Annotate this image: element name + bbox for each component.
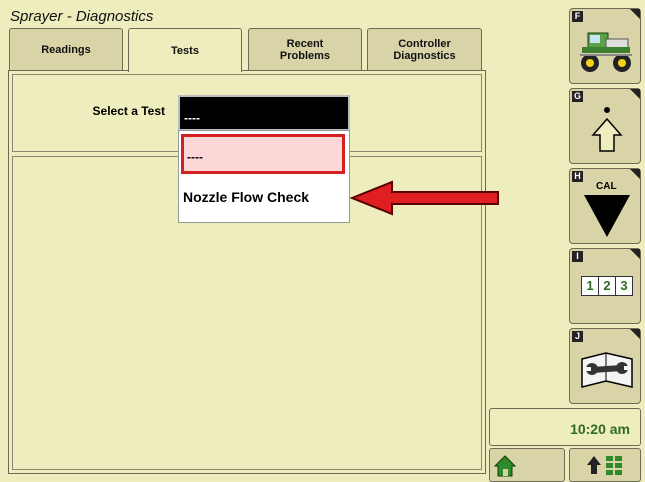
dropdown-list: ---- Nozzle Flow Check [178,130,350,223]
calibrate-icon [584,195,630,237]
option-blank[interactable]: ---- [181,134,345,174]
cal-label: CAL [596,181,617,192]
tab-controller-diagnostics-label: Controller Diagnostics [393,37,456,62]
home-icon [494,455,516,477]
up-arrow-icon [591,107,623,152]
softkey-j-manual[interactable]: J [569,328,641,404]
home-button[interactable] [489,448,565,482]
softkey-j-letter: J [572,331,583,342]
digit-3: 3 [620,278,628,293]
softkey-h-letter: H [572,171,583,182]
clock-display: 10:20 am [489,408,641,446]
select-test-label: Select a Test [92,104,165,118]
softkey-f-sprayer[interactable]: F [569,8,641,84]
tab-tests-label: Tests [171,44,199,57]
sprayer-machine-icon [580,32,632,72]
corner-marker [630,169,640,179]
wrench-manual-icon [581,352,633,388]
corner-marker [630,249,640,259]
pointer-arrow-icon [350,180,499,216]
softkey-g-letter: G [572,91,583,102]
corner-marker [630,89,640,99]
softkey-h-cal[interactable]: H CAL [569,168,641,244]
tab-controller-diagnostics[interactable]: Controller Diagnostics [367,28,482,70]
up-grid-menu-icon [587,456,622,475]
corner-marker [630,9,640,19]
tab-tests[interactable]: Tests [128,28,242,72]
digit-1: 1 [582,277,599,295]
tab-readings[interactable]: Readings [9,28,123,70]
tab-readings-label: Readings [41,43,91,56]
option-nozzle-flow-check[interactable]: Nozzle Flow Check [183,189,309,205]
tab-recent-problems-label: Recent Problems [279,37,331,62]
softkey-i-numeric[interactable]: I 1 2 3 [569,248,641,324]
softkey-f-letter: F [572,11,583,22]
numeric-entry-icon: 1 2 3 [581,276,633,296]
tab-recent-problems[interactable]: Recent Problems [248,28,362,70]
page-title: Sprayer - Diagnostics [10,8,154,25]
corner-marker [630,329,640,339]
digit-2: 2 [599,277,616,295]
select-test-dropdown[interactable]: ---- [178,95,350,131]
softkey-i-letter: I [572,251,583,262]
softkey-g-up[interactable]: G [569,88,641,164]
layout-menu-button[interactable] [569,448,641,482]
